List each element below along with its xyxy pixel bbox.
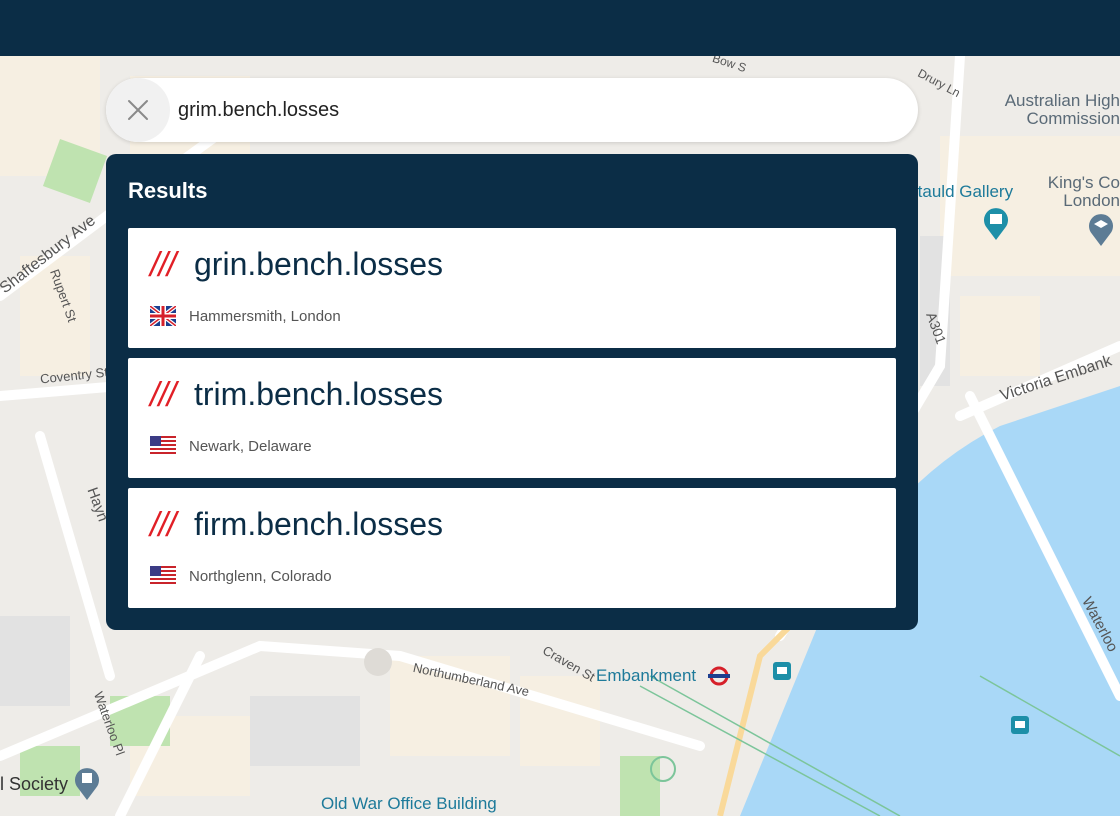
map-label-embankment: Embankment (596, 666, 697, 685)
underground-icon[interactable] (708, 666, 730, 686)
university-pin-icon[interactable] (1088, 212, 1114, 246)
map-label-old-war: Old War Office Building (321, 794, 497, 813)
result-place: Hammersmith, London (189, 308, 341, 325)
result-words: trim.bench.losses (194, 376, 443, 412)
society-pin-icon[interactable] (74, 766, 100, 800)
result-place: Newark, Delaware (189, 438, 312, 455)
map-label-courtauld: rtauld Gallery (912, 182, 1014, 201)
map-label-kings: King's Co London (1047, 173, 1120, 210)
result-item-trim[interactable]: /// trim.bench.losses Newark, Delaware (128, 358, 896, 478)
search-input[interactable] (178, 90, 898, 130)
uk-flag-icon (150, 306, 176, 326)
result-words: firm.bench.losses (194, 506, 443, 542)
result-slashes: /// (150, 376, 176, 414)
us-flag-icon (150, 436, 176, 456)
result-words: grin.bench.losses (194, 246, 444, 282)
clear-search-button[interactable] (106, 78, 170, 142)
results-title: Results (128, 178, 208, 203)
result-item-firm[interactable]: /// firm.bench.losses Northglenn, Colora… (128, 488, 896, 608)
result-slashes: /// (150, 506, 176, 544)
search-bar (106, 78, 918, 142)
close-icon (128, 100, 148, 120)
result-slashes: /// (150, 246, 176, 284)
gallery-pin-icon[interactable] (983, 206, 1009, 240)
map-label-society: l Society (0, 774, 69, 794)
result-place: Northglenn, Colorado (189, 568, 332, 585)
top-bar (0, 0, 1120, 56)
map-label-australian: Australian High Commission (1004, 91, 1120, 128)
results-panel: Results /// grin.bench.losses Hammersmit… (106, 154, 918, 630)
pier-icon-2[interactable] (1011, 716, 1029, 734)
us-flag-icon (150, 566, 176, 586)
pier-icon[interactable] (773, 662, 791, 680)
result-item-grin[interactable]: /// grin.bench.losses Hammersmith, Londo… (128, 228, 896, 348)
